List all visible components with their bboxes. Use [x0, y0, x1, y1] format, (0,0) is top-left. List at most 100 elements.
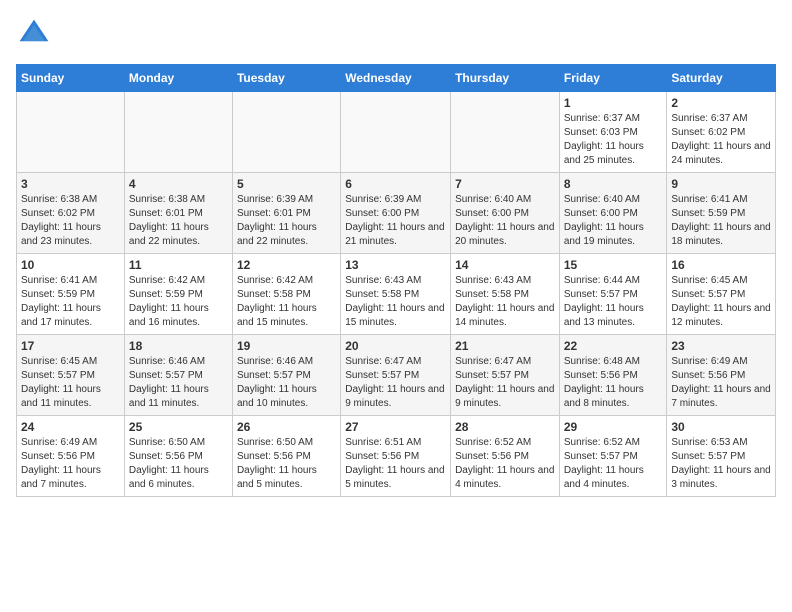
- day-number: 22: [564, 339, 663, 353]
- day-info: Sunrise: 6:37 AM Sunset: 6:03 PM Dayligh…: [564, 112, 663, 168]
- calendar-cell: 17Sunrise: 6:45 AM Sunset: 5:57 PM Dayli…: [17, 335, 125, 416]
- day-number: 14: [455, 258, 555, 272]
- day-number: 26: [237, 420, 336, 434]
- day-number: 2: [671, 96, 771, 110]
- day-number: 1: [564, 96, 663, 110]
- day-number: 10: [21, 258, 120, 272]
- day-info: Sunrise: 6:43 AM Sunset: 5:58 PM Dayligh…: [455, 274, 555, 330]
- calendar-cell: 16 Sunrise: 6:45 AM Sunset: 5:57 PM Dayli…: [667, 254, 776, 335]
- day-info: Sunrise: 6:39 AM Sunset: 6:01 PM Dayligh…: [237, 193, 336, 249]
- calendar-cell: [451, 92, 560, 173]
- day-info: Sunrise: 6:40 AM Sunset: 6:00 PM Dayligh…: [564, 193, 663, 249]
- day-number: 11: [129, 258, 228, 272]
- calendar-week-1: 1 Sunrise: 6:37 AM Sunset: 6:03 PM Daylig…: [17, 92, 776, 173]
- day-info: Sunrise: 6:49 AM Sunset: 5:56 PM Dayligh…: [671, 355, 771, 411]
- day-info: Sunrise: 6:40 AM Sunset: 6:00 PM Dayligh…: [455, 193, 555, 249]
- calendar-cell: 6Sunrise: 6:39 AM Sunset: 6:00 PM Daylig…: [341, 173, 451, 254]
- day-info: Sunrise: 6:53 AM Sunset: 5:57 PM Dayligh…: [671, 436, 771, 492]
- day-info: Sunrise: 6:46 AM Sunset: 5:57 PM Dayligh…: [237, 355, 336, 411]
- day-number: 16: [671, 258, 771, 272]
- calendar-cell: 4 Sunrise: 6:38 AM Sunset: 6:01 PM Daylig…: [124, 173, 232, 254]
- day-info: Sunrise: 6:52 AM Sunset: 5:57 PM Dayligh…: [564, 436, 663, 492]
- day-number: 6: [345, 177, 446, 191]
- day-info: Sunrise: 6:47 AM Sunset: 5:57 PM Dayligh…: [345, 355, 446, 411]
- calendar-cell: [124, 92, 232, 173]
- calendar-cell: [232, 92, 340, 173]
- day-number: 24: [21, 420, 120, 434]
- day-number: 7: [455, 177, 555, 191]
- calendar-cell: 5 Sunrise: 6:39 AM Sunset: 6:01 PM Daylig…: [232, 173, 340, 254]
- day-info: Sunrise: 6:38 AM Sunset: 6:01 PM Dayligh…: [129, 193, 228, 249]
- calendar-cell: 24 Sunrise: 6:49 AM Sunset: 5:56 PM Dayli…: [17, 416, 125, 497]
- calendar-cell: 14 Sunrise: 6:43 AM Sunset: 5:58 PM Dayli…: [451, 254, 560, 335]
- day-info: Sunrise: 6:42 AM Sunset: 5:59 PM Dayligh…: [129, 274, 228, 330]
- day-number: 19: [237, 339, 336, 353]
- day-info: Sunrise: 6:43 AM Sunset: 5:58 PM Dayligh…: [345, 274, 446, 330]
- day-number: 8: [564, 177, 663, 191]
- calendar-table: SundayMondayTuesdayWednesdayThursdayFrid…: [16, 64, 776, 497]
- day-number: 13: [345, 258, 446, 272]
- weekday-header-sunday: Sunday: [17, 65, 125, 92]
- day-info: Sunrise: 6:42 AM Sunset: 5:58 PM Dayligh…: [237, 274, 336, 330]
- day-number: 25: [129, 420, 228, 434]
- weekday-header-tuesday: Tuesday: [232, 65, 340, 92]
- day-number: 17: [21, 339, 120, 353]
- weekday-header-monday: Monday: [124, 65, 232, 92]
- day-number: 20: [345, 339, 446, 353]
- calendar-cell: 8 Sunrise: 6:40 AM Sunset: 6:00 PM Daylig…: [559, 173, 667, 254]
- calendar-cell: 11 Sunrise: 6:42 AM Sunset: 5:59 PM Dayli…: [124, 254, 232, 335]
- calendar-cell: [17, 92, 125, 173]
- calendar-cell: 3 Sunrise: 6:38 AM Sunset: 6:02 PM Daylig…: [17, 173, 125, 254]
- day-info: Sunrise: 6:46 AM Sunset: 5:57 PM Dayligh…: [129, 355, 228, 411]
- calendar-week-2: 3 Sunrise: 6:38 AM Sunset: 6:02 PM Daylig…: [17, 173, 776, 254]
- calendar-cell: 15Sunrise: 6:44 AM Sunset: 5:57 PM Dayli…: [559, 254, 667, 335]
- day-info: Sunrise: 6:49 AM Sunset: 5:56 PM Dayligh…: [21, 436, 120, 492]
- calendar-cell: 23 Sunrise: 6:49 AM Sunset: 5:56 PM Dayli…: [667, 335, 776, 416]
- calendar-header-row: SundayMondayTuesdayWednesdayThursdayFrid…: [17, 65, 776, 92]
- day-info: Sunrise: 6:50 AM Sunset: 5:56 PM Dayligh…: [237, 436, 336, 492]
- day-number: 29: [564, 420, 663, 434]
- calendar-cell: 27Sunrise: 6:51 AM Sunset: 5:56 PM Dayli…: [341, 416, 451, 497]
- calendar-cell: 13 Sunrise: 6:43 AM Sunset: 5:58 PM Dayli…: [341, 254, 451, 335]
- calendar-cell: 2 Sunrise: 6:37 AM Sunset: 6:02 PM Daylig…: [667, 92, 776, 173]
- day-number: 4: [129, 177, 228, 191]
- day-number: 28: [455, 420, 555, 434]
- day-info: Sunrise: 6:47 AM Sunset: 5:57 PM Dayligh…: [455, 355, 555, 411]
- calendar-cell: 19 Sunrise: 6:46 AM Sunset: 5:57 PM Dayli…: [232, 335, 340, 416]
- day-number: 23: [671, 339, 771, 353]
- weekday-header-friday: Friday: [559, 65, 667, 92]
- day-info: Sunrise: 6:51 AM Sunset: 5:56 PM Dayligh…: [345, 436, 446, 492]
- calendar-cell: 21Sunrise: 6:47 AM Sunset: 5:57 PM Dayli…: [451, 335, 560, 416]
- day-number: 12: [237, 258, 336, 272]
- logo-icon: [16, 16, 52, 52]
- day-info: Sunrise: 6:50 AM Sunset: 5:56 PM Dayligh…: [129, 436, 228, 492]
- day-number: 15: [564, 258, 663, 272]
- day-number: 5: [237, 177, 336, 191]
- calendar-cell: 28 Sunrise: 6:52 AM Sunset: 5:56 PM Dayli…: [451, 416, 560, 497]
- calendar-cell: 26 Sunrise: 6:50 AM Sunset: 5:56 PM Dayli…: [232, 416, 340, 497]
- day-info: Sunrise: 6:41 AM Sunset: 5:59 PM Dayligh…: [21, 274, 120, 330]
- calendar-cell: [341, 92, 451, 173]
- day-info: Sunrise: 6:37 AM Sunset: 6:02 PM Dayligh…: [671, 112, 771, 168]
- day-info: Sunrise: 6:41 AM Sunset: 5:59 PM Dayligh…: [671, 193, 771, 249]
- calendar-cell: 9 Sunrise: 6:41 AM Sunset: 5:59 PM Daylig…: [667, 173, 776, 254]
- day-number: 18: [129, 339, 228, 353]
- day-info: Sunrise: 6:45 AM Sunset: 5:57 PM Dayligh…: [671, 274, 771, 330]
- day-info: Sunrise: 6:52 AM Sunset: 5:56 PM Dayligh…: [455, 436, 555, 492]
- day-number: 3: [21, 177, 120, 191]
- logo: [16, 16, 56, 52]
- calendar-cell: 22Sunrise: 6:48 AM Sunset: 5:56 PM Dayli…: [559, 335, 667, 416]
- calendar-cell: 25 Sunrise: 6:50 AM Sunset: 5:56 PM Dayli…: [124, 416, 232, 497]
- page-header: [16, 16, 776, 52]
- calendar-cell: 30 Sunrise: 6:53 AM Sunset: 5:57 PM Dayli…: [667, 416, 776, 497]
- calendar-week-3: 10 Sunrise: 6:41 AM Sunset: 5:59 PM Dayli…: [17, 254, 776, 335]
- calendar-cell: 7 Sunrise: 6:40 AM Sunset: 6:00 PM Daylig…: [451, 173, 560, 254]
- day-number: 30: [671, 420, 771, 434]
- day-number: 9: [671, 177, 771, 191]
- day-info: Sunrise: 6:38 AM Sunset: 6:02 PM Dayligh…: [21, 193, 120, 249]
- calendar-cell: 12 Sunrise: 6:42 AM Sunset: 5:58 PM Dayli…: [232, 254, 340, 335]
- weekday-header-saturday: Saturday: [667, 65, 776, 92]
- calendar-week-4: 17Sunrise: 6:45 AM Sunset: 5:57 PM Dayli…: [17, 335, 776, 416]
- calendar-week-5: 24 Sunrise: 6:49 AM Sunset: 5:56 PM Dayli…: [17, 416, 776, 497]
- calendar-cell: 18 Sunrise: 6:46 AM Sunset: 5:57 PM Dayli…: [124, 335, 232, 416]
